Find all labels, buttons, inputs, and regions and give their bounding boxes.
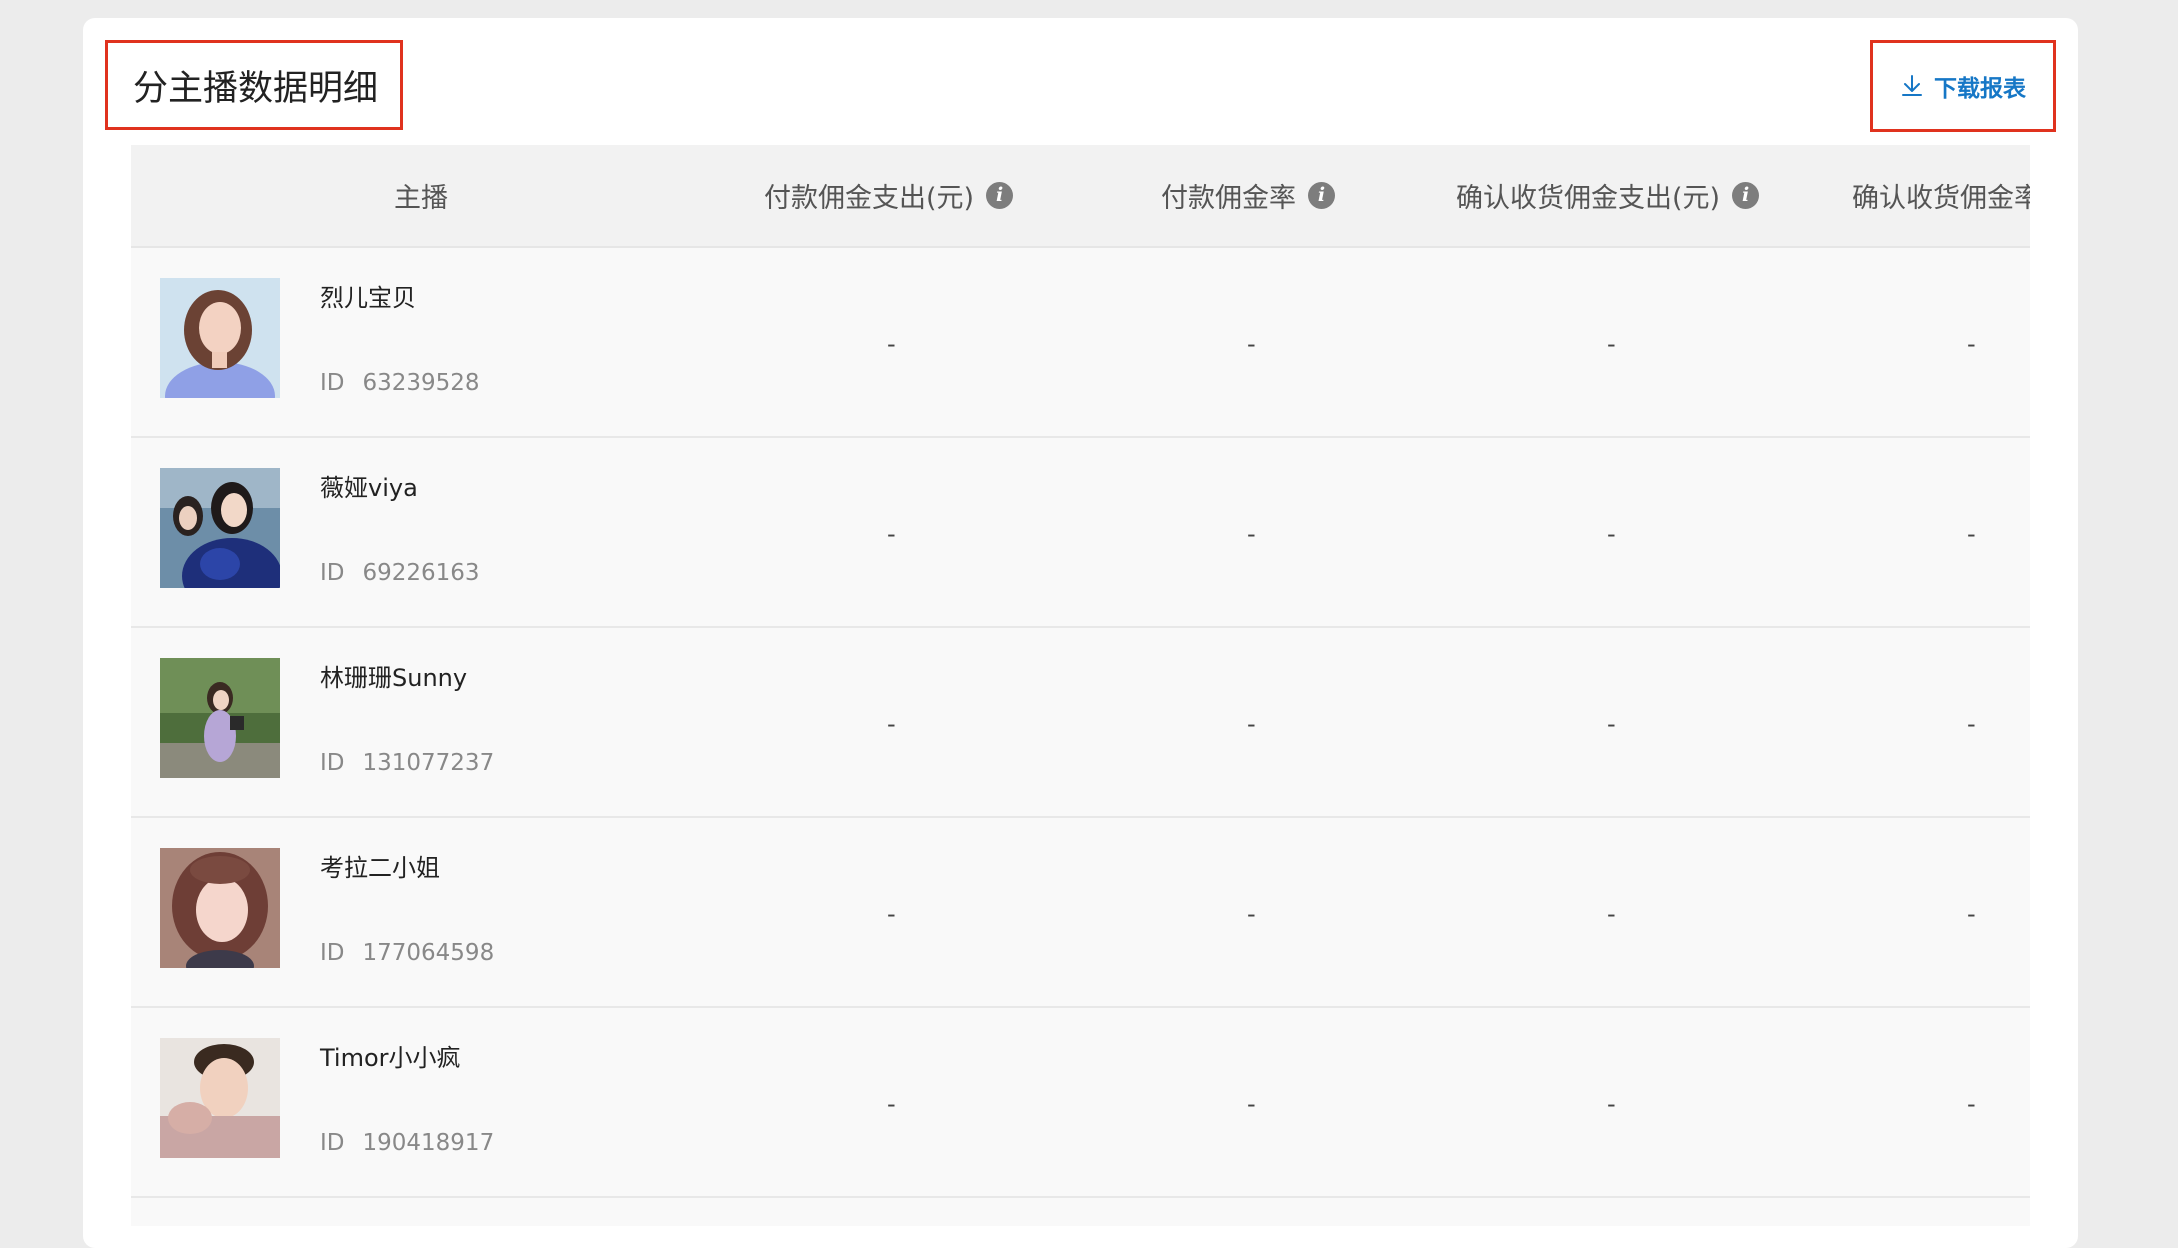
page-title: 分主播数据明细 [105,40,403,130]
avatar [160,1038,280,1158]
table-row: 烈儿宝贝 ID 63239528 - - - - [131,248,2030,438]
anchor-id: ID 131077237 [320,750,495,776]
paid-commission-value: - [887,1090,896,1118]
paid-commission-value: - [887,900,896,928]
anchor-id: ID 63239528 [320,370,480,396]
column-header-paid-commission-rate: 付款佣金率 i [1161,145,1335,246]
anchor-id: ID 177064598 [320,940,495,966]
confirmed-commission-rate-value: - [1967,900,1976,928]
paid-commission-rate-value: - [1247,520,1256,548]
paid-commission-value: - [887,710,896,738]
table-header: 主播 付款佣金支出(元) i 付款佣金率 i 确认收货佣金支出(元) i 确认收… [131,145,2030,248]
table-row: 考拉二小姐 ID 177064598 - - - - [131,818,2030,1008]
confirmed-commission-rate-value: - [1967,1090,1976,1118]
paid-commission-rate-value: - [1247,330,1256,358]
avatar [160,278,280,398]
anchor-data-table: 主播 付款佣金支出(元) i 付款佣金率 i 确认收货佣金支出(元) i 确认收… [131,145,2030,1226]
anchor-name: 薇娅viya [320,474,418,502]
paid-commission-rate-value: - [1247,710,1256,738]
paid-commission-rate-value: - [1247,1090,1256,1118]
download-icon [1900,74,1924,98]
table-row: Timor小小疯 ID 190418917 - - - - [131,1008,2030,1198]
page-title-text: 分主播数据明细 [133,68,379,109]
anchor-name: 考拉二小姐 [320,854,440,882]
table-row: 林珊珊Sunny ID 131077237 - - - - [131,628,2030,818]
confirmed-commission-rate-value: - [1967,330,1976,358]
info-icon[interactable]: i [986,182,1014,209]
paid-commission-value: - [887,520,896,548]
anchor-id: ID 69226163 [320,560,480,586]
table-row: 薇娅viya ID 69226163 - - - - [131,438,2030,628]
anchor-name: Timor小小疯 [320,1044,461,1072]
confirmed-commission-value: - [1607,330,1616,358]
avatar [160,848,280,968]
download-label: 下载报表 [1934,76,2026,102]
confirmed-commission-value: - [1607,710,1616,738]
column-header-anchor: 主播 [394,183,448,214]
paid-commission-value: - [887,330,896,358]
info-icon[interactable]: i [1308,182,1335,209]
column-header-confirmed-commission-rate: 确认收货佣金率 [1852,183,2030,214]
paid-commission-rate-value: - [1247,900,1256,928]
info-icon[interactable]: i [1732,182,1760,209]
avatar [160,468,280,588]
avatar [160,658,280,778]
download-report-button[interactable]: 下载报表 [1870,40,2056,132]
confirmed-commission-value: - [1607,900,1616,928]
anchor-name: 林珊珊Sunny [320,664,468,692]
column-header-paid-commission: 付款佣金支出(元) i [764,145,1014,246]
confirmed-commission-value: - [1607,1090,1616,1118]
column-header-confirmed-commission: 确认收货佣金支出(元) i [1456,145,1760,246]
anchor-id: ID 190418917 [320,1130,495,1156]
anchor-name: 烈儿宝贝 [320,284,416,312]
confirmed-commission-rate-value: - [1967,710,1976,738]
confirmed-commission-value: - [1607,520,1616,548]
confirmed-commission-rate-value: - [1967,520,1976,548]
